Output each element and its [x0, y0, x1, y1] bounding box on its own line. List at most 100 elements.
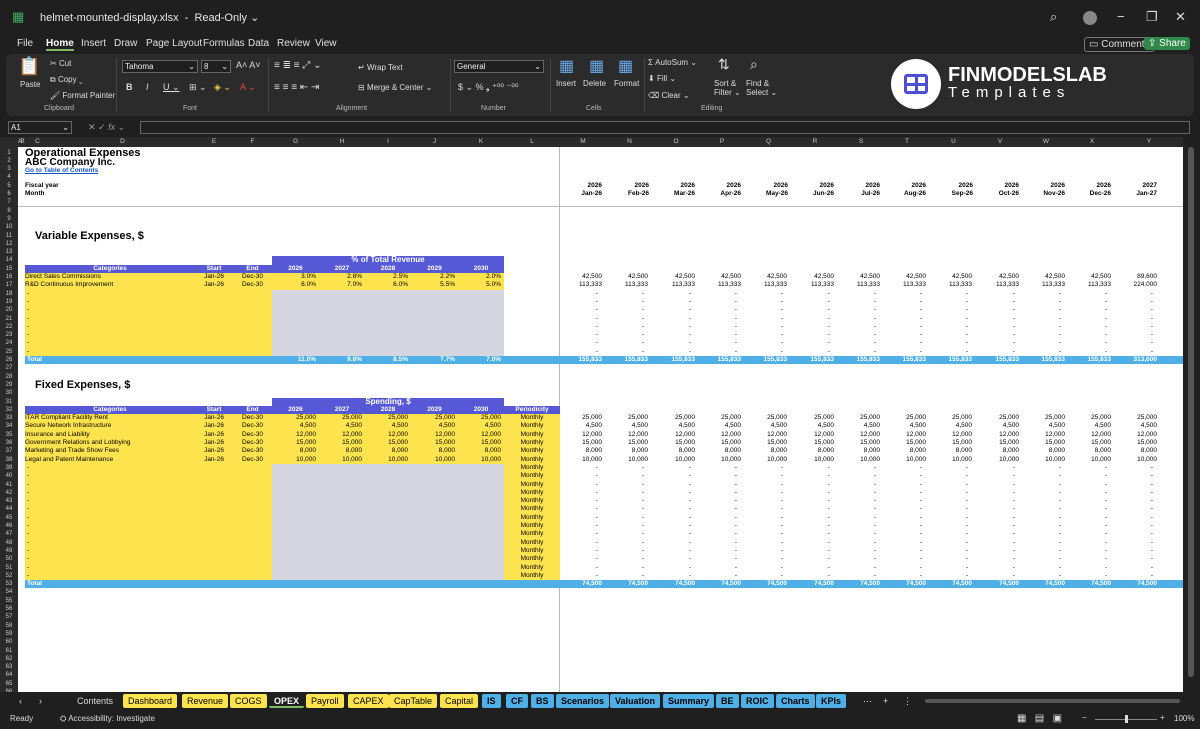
- start-date[interactable]: Jan-26: [195, 281, 233, 289]
- spending-value[interactable]: 10,000: [272, 456, 316, 464]
- row-header[interactable]: 29: [0, 381, 18, 389]
- categories-header[interactable]: Categories: [25, 405, 195, 415]
- menu-formulas[interactable]: Formulas: [203, 38, 245, 49]
- spending-value[interactable]: 8,000: [319, 447, 362, 455]
- empty-value[interactable]: -: [977, 564, 1015, 572]
- sheet-tab-dashboard[interactable]: Dashboard: [123, 694, 178, 708]
- empty-value[interactable]: -: [792, 323, 830, 331]
- category-name[interactable]: Marketing and Trade Show Fees: [25, 447, 119, 455]
- empty-row[interactable]: -: [27, 472, 29, 480]
- monthly-value[interactable]: 113,333: [560, 281, 602, 289]
- empty-value[interactable]: -: [606, 348, 644, 356]
- empty-value[interactable]: -: [745, 298, 783, 306]
- row-header[interactable]: 60: [0, 638, 18, 646]
- fiscal-year[interactable]: 2026: [1023, 182, 1065, 190]
- empty-value[interactable]: -: [745, 555, 783, 563]
- start-header[interactable]: Start: [195, 405, 233, 415]
- empty-value[interactable]: -: [792, 472, 830, 480]
- empty-value[interactable]: -: [1115, 290, 1153, 298]
- category-name[interactable]: Legal and Patent Maintenance: [25, 456, 113, 464]
- empty-value[interactable]: -: [884, 497, 922, 505]
- empty-value[interactable]: -: [699, 298, 737, 306]
- empty-value[interactable]: -: [930, 331, 968, 339]
- year-header[interactable]: 2028: [365, 264, 411, 273]
- empty-value[interactable]: -: [930, 339, 968, 347]
- empty-value[interactable]: -: [1023, 564, 1061, 572]
- empty-value[interactable]: -: [653, 555, 691, 563]
- empty-value[interactable]: -: [1115, 481, 1153, 489]
- monthly-value[interactable]: 8,000: [1115, 447, 1157, 455]
- empty-value[interactable]: -: [1069, 489, 1107, 497]
- monthly-value[interactable]: 25,000: [699, 414, 741, 422]
- month-header[interactable]: May-26: [745, 190, 788, 198]
- empty-value[interactable]: -: [884, 547, 922, 555]
- total-monthly[interactable]: 74,500: [1023, 580, 1065, 588]
- empty-row[interactable]: -: [27, 464, 29, 472]
- sheet-tab-be[interactable]: BE: [716, 694, 739, 708]
- empty-value[interactable]: -: [930, 572, 968, 580]
- category-name[interactable]: R&D Continuous Improvement: [25, 281, 113, 289]
- empty-value[interactable]: -: [1023, 298, 1061, 306]
- empty-value[interactable]: -: [1069, 530, 1107, 538]
- empty-value[interactable]: -: [1115, 539, 1153, 547]
- monthly-value[interactable]: 8,000: [699, 447, 741, 455]
- sheet-tab-charts[interactable]: Charts: [776, 694, 815, 708]
- start-header[interactable]: Start: [195, 264, 233, 273]
- monthly-value[interactable]: 12,000: [606, 431, 648, 439]
- monthly-value[interactable]: 10,000: [653, 456, 695, 464]
- sheet-tab-revenue[interactable]: Revenue: [182, 694, 229, 708]
- column-header-n[interactable]: N: [606, 137, 653, 147]
- empty-value[interactable]: -: [699, 481, 737, 489]
- empty-value[interactable]: -: [792, 497, 830, 505]
- periodicity-value[interactable]: Monthly: [504, 439, 560, 447]
- fiscal-year[interactable]: 2026: [977, 182, 1019, 190]
- total-pct[interactable]: 7.7%: [411, 356, 455, 364]
- empty-value[interactable]: -: [653, 348, 691, 356]
- column-header-c[interactable]: C: [25, 137, 50, 147]
- row-header[interactable]: 41: [0, 481, 18, 489]
- empty-value[interactable]: -: [560, 481, 598, 489]
- empty-value[interactable]: -: [1023, 489, 1061, 497]
- empty-value[interactable]: -: [653, 331, 691, 339]
- spending-value[interactable]: 12,000: [272, 431, 316, 439]
- empty-value[interactable]: -: [1115, 315, 1153, 323]
- empty-value[interactable]: -: [560, 505, 598, 513]
- empty-row[interactable]: -: [27, 489, 29, 497]
- spending-value[interactable]: 15,000: [272, 439, 316, 447]
- spending-value[interactable]: 25,000: [365, 414, 408, 422]
- monthly-value[interactable]: 8,000: [1023, 447, 1065, 455]
- empty-value[interactable]: -: [1023, 514, 1061, 522]
- empty-value[interactable]: -: [699, 522, 737, 530]
- empty-value[interactable]: -: [884, 348, 922, 356]
- month-header[interactable]: Sep-26: [930, 190, 973, 198]
- autosum-button[interactable]: Σ AutoSum ⌄: [648, 58, 697, 67]
- empty-value[interactable]: -: [792, 464, 830, 472]
- empty-value[interactable]: -: [930, 497, 968, 505]
- month-header[interactable]: Jul-26: [838, 190, 880, 198]
- start-date[interactable]: Jan-26: [195, 447, 233, 455]
- end-date[interactable]: Dec-30: [233, 431, 272, 439]
- empty-value[interactable]: -: [930, 481, 968, 489]
- bold-button[interactable]: B: [126, 82, 133, 92]
- empty-value[interactable]: -: [1115, 514, 1153, 522]
- row-header[interactable]: 61: [0, 647, 18, 655]
- month-label[interactable]: Month: [25, 190, 45, 198]
- empty-value[interactable]: -: [745, 315, 783, 323]
- menu-file[interactable]: File: [17, 38, 33, 49]
- periodicity-value[interactable]: Monthly: [504, 456, 560, 464]
- menu-view[interactable]: View: [315, 38, 337, 49]
- row-header[interactable]: 30: [0, 389, 18, 397]
- end-date[interactable]: Dec-30: [233, 422, 272, 430]
- column-header-f[interactable]: F: [233, 137, 272, 147]
- empty-value[interactable]: -: [1115, 339, 1153, 347]
- year-header[interactable]: 2026: [272, 405, 319, 415]
- empty-value[interactable]: -: [884, 522, 922, 530]
- total-monthly[interactable]: 74,500: [838, 580, 880, 588]
- empty-value[interactable]: -: [1115, 464, 1153, 472]
- empty-value[interactable]: -: [1069, 331, 1107, 339]
- sort-filter-button[interactable]: Sort & Filter ⌄: [714, 79, 741, 97]
- tab-prev-icon[interactable]: ‹: [14, 694, 27, 708]
- year-header[interactable]: 2027: [319, 405, 365, 415]
- periodicity-value[interactable]: Monthly: [504, 464, 560, 472]
- spending-value[interactable]: 8,000: [411, 447, 455, 455]
